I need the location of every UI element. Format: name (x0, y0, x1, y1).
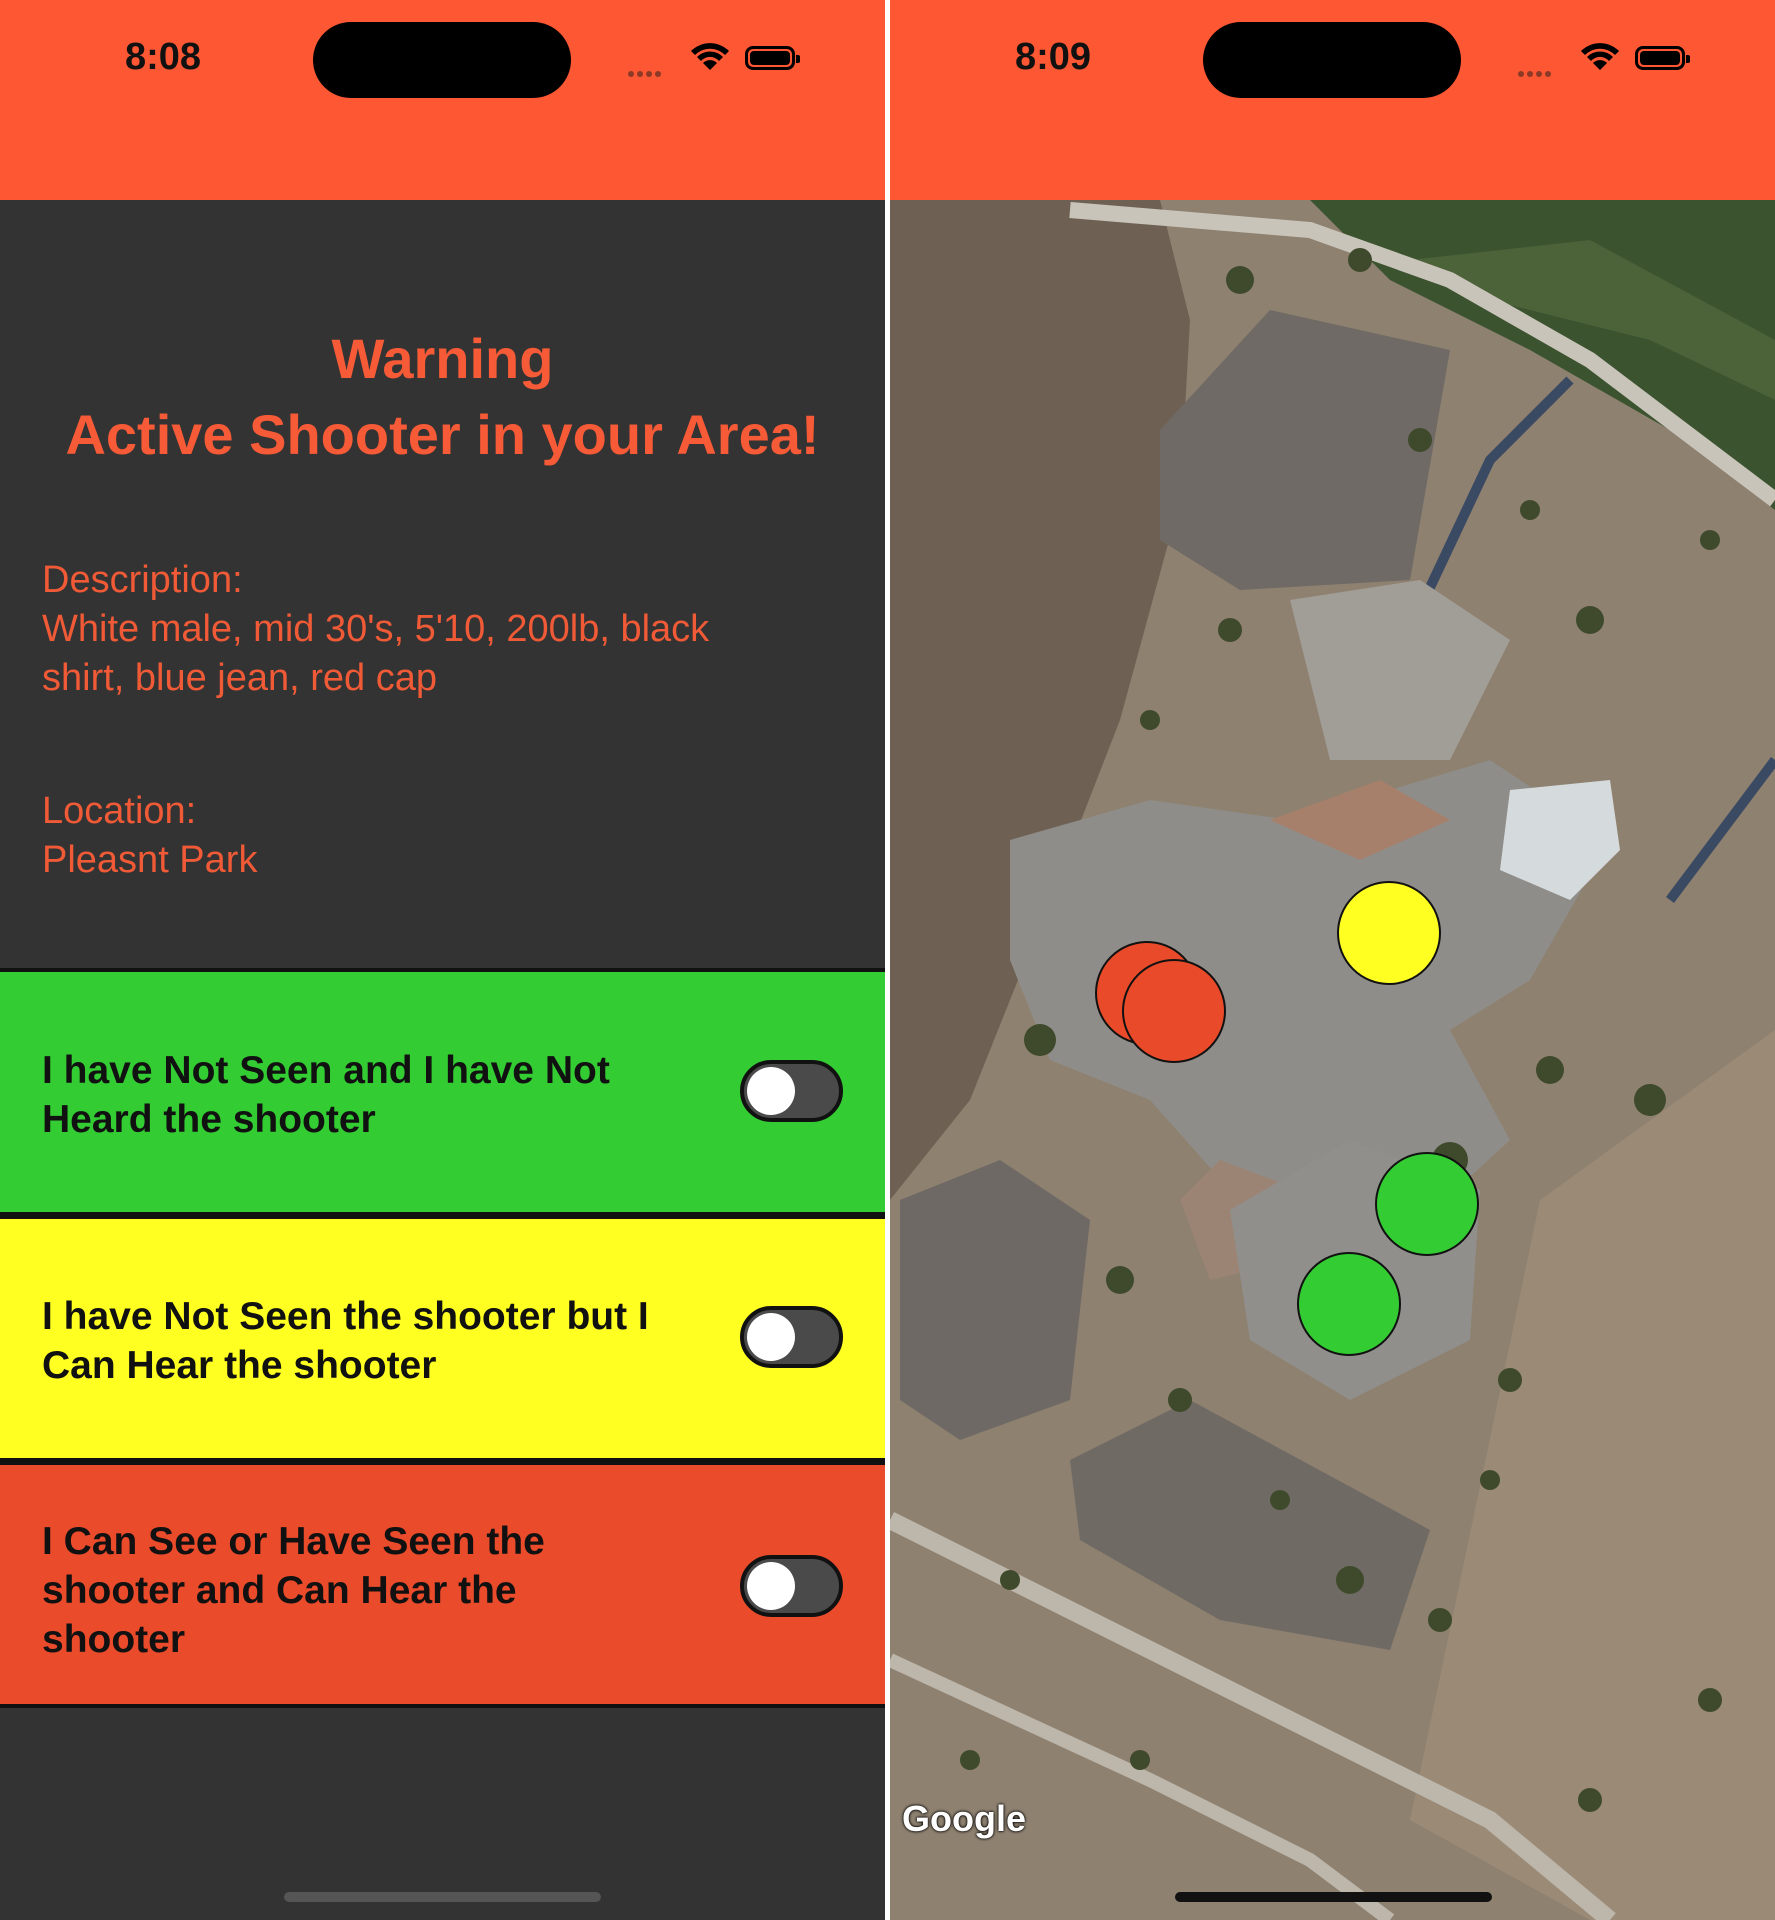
map-screen: 8:09 Google (890, 0, 1775, 1920)
option-label-line: I have Not Seen the shooter but I (42, 1295, 649, 1338)
battery-icon (1635, 46, 1690, 70)
alert-title: Warning (331, 327, 554, 390)
toggle-knob (747, 1067, 795, 1115)
dynamic-island (313, 22, 571, 98)
google-attribution: Google (902, 1798, 1026, 1839)
not-seen-not-heard-toggle[interactable] (740, 1060, 843, 1122)
home-indicator[interactable] (1175, 1892, 1492, 1902)
wifi-icon (691, 43, 729, 70)
option-label: I have Not Seen and I have Not Heard the… (42, 1046, 610, 1144)
satellite-map[interactable] (890, 200, 1775, 1920)
option-label: I have Not Seen the shooter but I Can He… (42, 1292, 649, 1390)
toggle-knob (747, 1562, 795, 1610)
status-time: 8:09 (1015, 36, 1092, 78)
alert-subtitle: Active Shooter in your Area! (65, 403, 820, 466)
toggle-knob (747, 1313, 795, 1361)
option-label-line: shooter and Can Hear the (42, 1569, 517, 1612)
can-see-can-hear-toggle[interactable] (740, 1555, 843, 1617)
option-label-line: I Can See or Have Seen the (42, 1520, 545, 1563)
option-label: I Can See or Have Seen the shooter and C… (42, 1517, 545, 1664)
description-label: Description: (42, 559, 243, 601)
status-option-not-seen-can-hear[interactable]: I have Not Seen the shooter but I Can He… (0, 1212, 885, 1462)
status-option-not-seen-not-heard[interactable]: I have Not Seen and I have Not Heard the… (0, 968, 885, 1214)
wifi-icon (1581, 43, 1619, 70)
dynamic-island (1203, 22, 1461, 98)
option-label-line: Can Hear the shooter (42, 1344, 437, 1387)
description-line-2: shirt, blue jean, red cap (42, 657, 438, 699)
option-label-line: shooter (42, 1618, 186, 1661)
home-indicator[interactable] (284, 1892, 601, 1902)
option-label-line: I have Not Seen and I have Not (42, 1049, 610, 1092)
alert-screen: 8:08 Warning Active Shooter in your Area… (0, 0, 885, 1920)
location-label: Location: (42, 790, 197, 832)
status-option-can-see-can-hear[interactable]: I Can See or Have Seen the shooter and C… (0, 1458, 885, 1708)
option-label-line: Heard the shooter (42, 1098, 376, 1141)
battery-icon (745, 46, 800, 70)
status-bar: 8:08 (0, 0, 885, 200)
cellular-signal-icon (628, 64, 664, 82)
status-time: 8:08 (125, 36, 202, 78)
not-seen-can-hear-toggle[interactable] (740, 1306, 843, 1368)
description-line-1: White male, mid 30's, 5'10, 200lb, black (42, 608, 710, 650)
map-parking-west (900, 1160, 1090, 1440)
cellular-signal-icon (1518, 64, 1554, 82)
location-value: Pleasnt Park (42, 839, 258, 881)
status-bar: 8:09 (890, 0, 1775, 200)
